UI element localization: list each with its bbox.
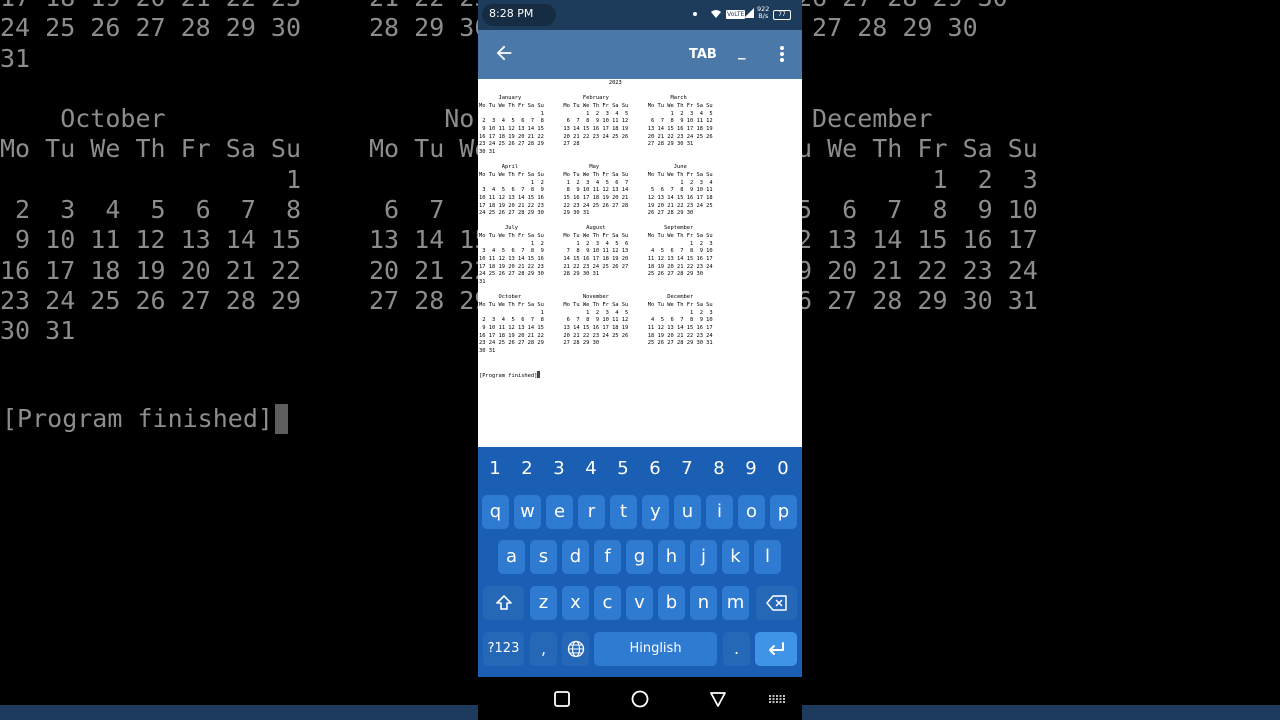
bg-program-finished-text: [Program finished]	[2, 404, 273, 433]
symbols-key[interactable]: ?123	[483, 632, 524, 666]
app-bar: TAB _	[478, 30, 802, 79]
key-x[interactable]: x	[562, 586, 589, 620]
key-j[interactable]: j	[690, 540, 717, 574]
terminal-output[interactable]: 2023 January February March Mo Tu We Th …	[478, 79, 802, 447]
calendar-output: 2023 January February March Mo Tu We Th …	[479, 80, 713, 354]
key-k[interactable]: k	[722, 540, 749, 574]
key-l[interactable]: l	[754, 540, 781, 574]
network-speed-unit: B/s	[758, 12, 769, 20]
signal-icon	[744, 8, 754, 18]
key-r[interactable]: r	[578, 495, 605, 529]
key-v[interactable]: v	[626, 586, 653, 620]
tab-button[interactable]: TAB	[689, 47, 717, 62]
wifi-icon	[711, 10, 721, 18]
bg-calendar-left: 17 18 19 20 21 22 23 24 25 26 27 28 29 3…	[0, 0, 302, 346]
key-y[interactable]: y	[642, 495, 669, 529]
bg-program-finished: [Program finished]	[2, 404, 288, 434]
key-o[interactable]: o	[738, 495, 765, 529]
language-key[interactable]	[562, 632, 589, 666]
battery-level: 77	[778, 11, 786, 18]
key-h[interactable]: h	[658, 540, 685, 574]
key-a[interactable]: a	[498, 540, 525, 574]
back-triangle-icon[interactable]	[708, 689, 728, 709]
space-key[interactable]: Hinglish	[594, 632, 717, 666]
volte-badge: VoLTE	[726, 10, 746, 19]
notification-dot-icon	[693, 12, 697, 16]
number-key-5[interactable]: 5	[607, 458, 639, 479]
bg-calendar-right: 26 27 28 29 30 27 28 29 30 December u We…	[797, 0, 1038, 315]
key-m[interactable]: m	[722, 586, 749, 620]
number-key-7[interactable]: 7	[671, 458, 703, 479]
number-key-4[interactable]: 4	[575, 458, 607, 479]
key-t[interactable]: t	[610, 495, 637, 529]
home-circle-icon[interactable]	[630, 689, 650, 709]
number-key-3[interactable]: 3	[543, 458, 575, 479]
soft-keyboard: 1234567890 qwertyuiop asdfghjkl zxcvbnm …	[478, 447, 802, 677]
globe-icon	[567, 640, 584, 658]
recents-square-icon[interactable]	[552, 689, 572, 709]
key-s[interactable]: s	[530, 540, 557, 574]
back-arrow-icon[interactable]	[493, 42, 515, 64]
key-g[interactable]: g	[626, 540, 653, 574]
shift-key[interactable]	[483, 586, 524, 620]
terminal-cursor	[537, 371, 541, 378]
number-key-9[interactable]: 9	[735, 458, 767, 479]
key-i[interactable]: i	[706, 495, 733, 529]
bg-calendar-middle: 21 22 23 28 29 30 No Mo Tu We 6 7 13 14 …	[369, 0, 490, 315]
key-b[interactable]: b	[658, 586, 685, 620]
status-bar: 8:28 PM VoLTE 922 B/s 77	[478, 0, 802, 30]
number-key-8[interactable]: 8	[703, 458, 735, 479]
key-d[interactable]: d	[562, 540, 589, 574]
more-vert-icon[interactable]	[772, 44, 792, 64]
key-q[interactable]: q	[482, 495, 509, 529]
program-finished-text: [Program finished]	[479, 373, 538, 379]
number-key-1[interactable]: 1	[479, 458, 511, 479]
keyboard-switch-icon[interactable]	[767, 689, 787, 709]
program-finished-line: [Program finished]	[479, 371, 541, 379]
enter-key[interactable]	[755, 632, 797, 666]
backspace-icon	[765, 595, 787, 611]
backspace-key[interactable]	[756, 586, 797, 620]
enter-arrow-icon	[769, 642, 784, 655]
comma-key[interactable]: ,	[530, 632, 557, 666]
key-p[interactable]: p	[770, 495, 797, 529]
key-z[interactable]: z	[530, 586, 557, 620]
network-speed: 922 B/s	[757, 6, 769, 20]
key-u[interactable]: u	[674, 495, 701, 529]
number-key-6[interactable]: 6	[639, 458, 671, 479]
key-n[interactable]: n	[690, 586, 717, 620]
key-c[interactable]: c	[594, 586, 621, 620]
phone-screen: 8:28 PM VoLTE 922 B/s 77 TAB _ 2023 Janu…	[478, 0, 802, 720]
status-time: 8:28 PM	[489, 7, 534, 20]
bg-cursor	[274, 404, 288, 434]
battery-icon: 77	[773, 10, 791, 20]
key-f[interactable]: f	[594, 540, 621, 574]
period-key[interactable]: .	[723, 632, 750, 666]
number-key-2[interactable]: 2	[511, 458, 543, 479]
key-e[interactable]: e	[546, 495, 573, 529]
shift-icon	[495, 595, 512, 610]
underscore-key[interactable]: _	[738, 42, 746, 60]
number-key-0[interactable]: 0	[767, 458, 799, 479]
navigation-bar	[478, 677, 802, 720]
key-w[interactable]: w	[514, 495, 541, 529]
